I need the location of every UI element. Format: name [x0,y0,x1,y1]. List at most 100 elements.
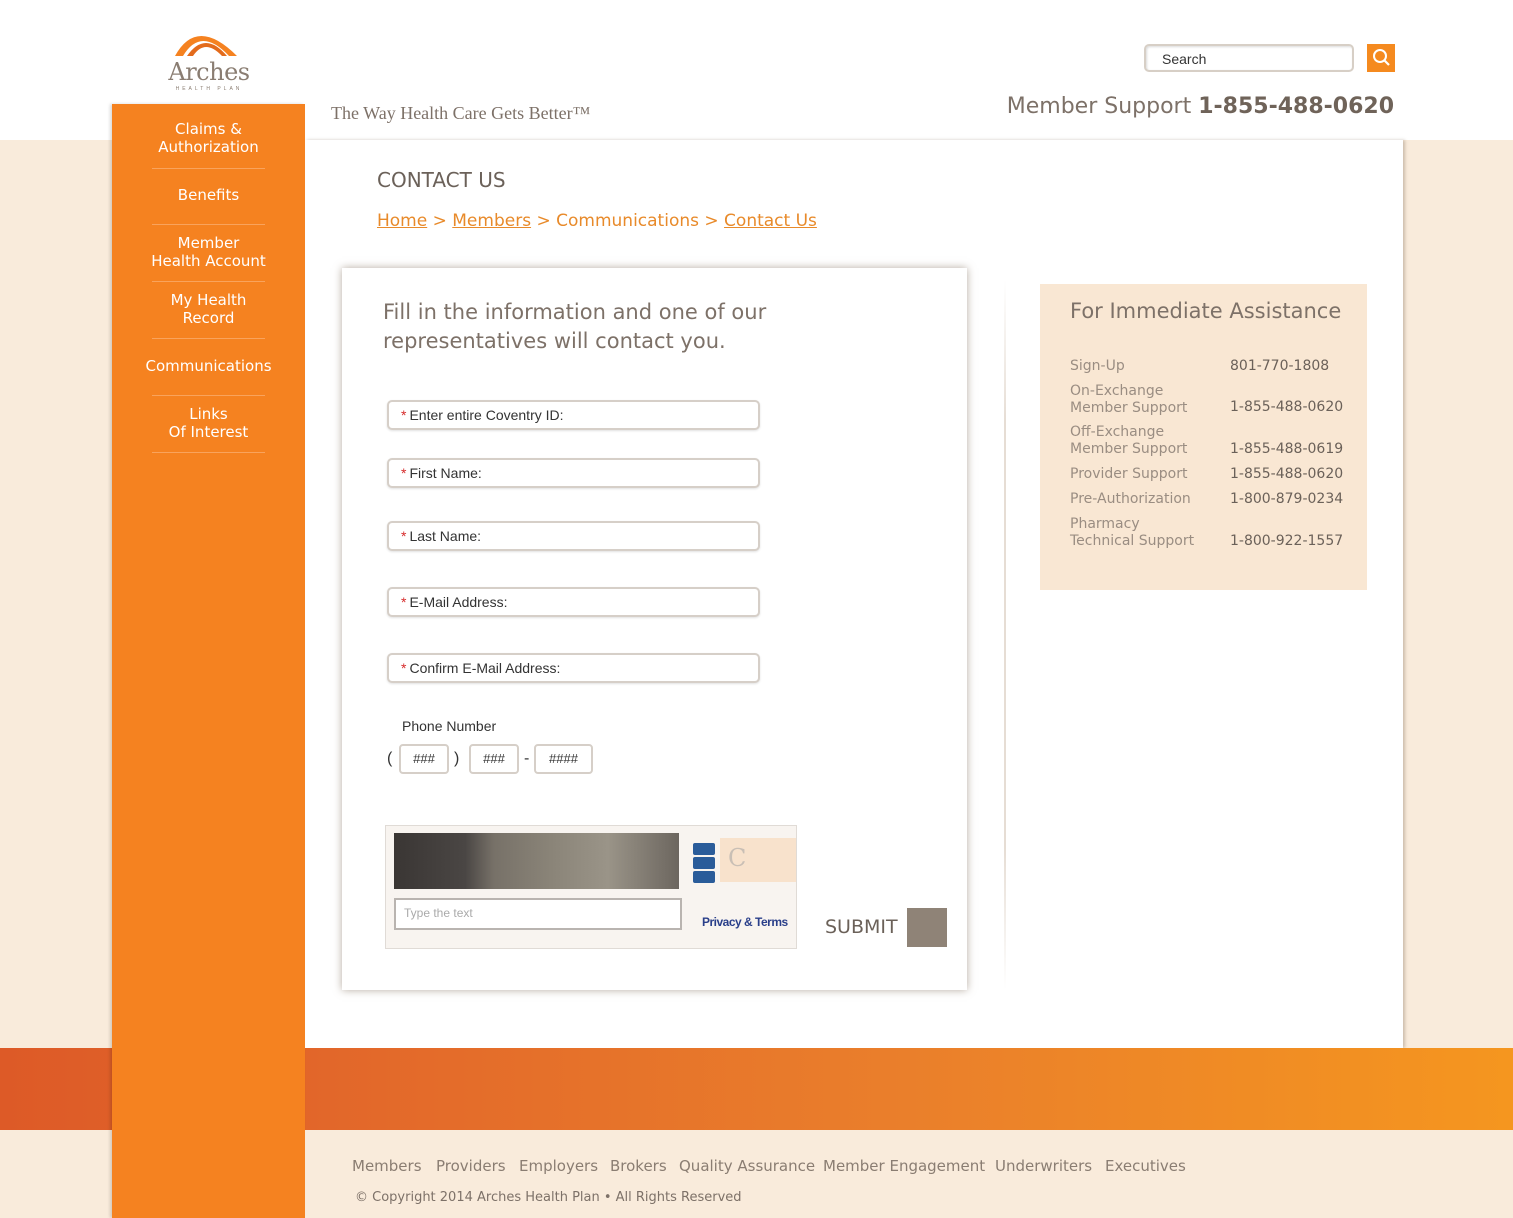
email-field[interactable]: * E-Mail Address: [387,587,762,617]
member-support-label: Member Support [1006,94,1192,119]
sidebar-divider [152,395,265,396]
sidebar-item-benefits[interactable]: Benefits [112,186,305,204]
copyright: © Copyright 2014 Arches Health Plan • Al… [355,1190,742,1205]
assistance-row-label: Sign-Up [1070,358,1125,375]
sidebar-divider [152,168,265,169]
label-line: On-Exchange [1070,383,1164,399]
footer-link-members[interactable]: Members [352,1157,422,1175]
footer-link-underwriters[interactable]: Underwriters [995,1157,1092,1175]
captcha-privacy-link[interactable]: Privacy & Terms [702,915,788,929]
sidebar-item-label: My Health [170,291,247,309]
breadcrumb-home-link[interactable]: Home [377,211,427,231]
sidebar-item-my-health-record[interactable]: My Health Record [112,291,305,327]
search-input[interactable] [1160,46,1344,72]
phone-area-code-input[interactable]: ### [399,744,449,774]
sidebar-item-member-health-account[interactable]: Member Health Account [112,234,305,270]
sidebar-item-label: Links [189,405,228,423]
footer-link-quality-assurance[interactable]: Quality Assurance [679,1157,815,1175]
footer-link-executives[interactable]: Executives [1105,1157,1186,1175]
recaptcha-logo-icon: C [728,844,747,872]
captcha-controls [693,843,715,883]
sidebar-divider [152,224,265,225]
footer-link-brokers[interactable]: Brokers [610,1157,667,1175]
assistance-row-number[interactable]: 1-855-488-0620 [1230,466,1343,482]
captcha-input[interactable]: Type the text [394,898,682,930]
assistance-row-number[interactable]: 1-855-488-0620 [1230,399,1343,415]
assistance-row-label: Pre-Authorization [1070,491,1191,508]
footer-link-providers[interactable]: Providers [436,1157,506,1175]
captcha-image [394,833,679,889]
submit-label[interactable]: SUBMIT [825,916,898,938]
search-button[interactable] [1367,44,1395,72]
phone-open-paren: ( [387,750,393,767]
breadcrumb-separator: > [427,211,453,231]
assistance-row-label: Pharmacy Technical Support [1070,516,1194,550]
sidebar-item-label: Of Interest [168,423,249,441]
sidebar-item-label: Record [182,309,235,327]
footer-link-member-engagement[interactable]: Member Engagement [823,1157,985,1175]
coventry-id-field[interactable]: * Enter entire Coventry ID: [387,400,762,430]
label-line: Technical Support [1070,533,1195,549]
breadcrumb-separator: > [698,211,725,231]
label-line: Sign-Up [1070,358,1125,374]
assistance-row-label: On-Exchange Member Support [1070,383,1187,417]
first-name-input[interactable] [389,460,762,488]
sidebar-divider [152,281,265,282]
label-line: Member Support [1070,441,1188,457]
breadcrumb-communications: Communications [556,211,699,231]
assistance-row-label: Off-Exchange Member Support [1070,424,1187,458]
captcha-refresh-icon[interactable] [693,843,715,855]
label-line: Pre-Authorization [1070,491,1191,507]
brand-name: Arches [168,58,250,86]
captcha-audio-icon[interactable] [693,857,715,869]
confirm-email-input[interactable] [389,655,762,683]
sidebar-item-label: Benefits [177,186,240,204]
search-field[interactable] [1144,44,1354,72]
assistance-row-number[interactable]: 801-770-1808 [1230,358,1329,374]
submit-button[interactable] [907,908,947,947]
sidebar-item-label: Claims & [175,120,242,138]
search-icon [1373,49,1390,66]
phone-number-label: Phone Number [402,718,497,734]
sidebar-divider [152,452,265,453]
phone-dash: - [524,750,530,767]
phone-prefix-input[interactable]: ### [469,744,519,774]
breadcrumb-contact-link[interactable]: Contact Us [724,211,817,231]
sidebar-item-communications[interactable]: Communications [112,357,305,375]
last-name-input[interactable] [389,523,762,551]
form-intro: Fill in the information and one of our r… [383,300,767,353]
sidebar-item-label: Member [177,234,240,252]
assistance-row-label: Provider Support [1070,466,1187,483]
assistance-row-number[interactable]: 1-855-488-0619 [1230,441,1343,457]
sidebar-nav: Claims & Authorization Benefits Member H… [112,104,305,1218]
label-line: Provider Support [1070,466,1188,482]
assistance-row-number[interactable]: 1-800-922-1557 [1230,533,1343,549]
label-line: Pharmacy [1070,516,1140,532]
tagline: The Way Health Care Gets Better™ [331,103,591,123]
label-line: Off-Exchange [1070,424,1165,440]
sidebar-divider [152,338,265,339]
confirm-email-field[interactable]: * Confirm E-Mail Address: [387,653,762,683]
sidebar-item-label: Communications [145,357,272,375]
page-title: CONTACT US [377,168,506,192]
assistance-row-number[interactable]: 1-800-879-0234 [1230,491,1343,507]
coventry-id-input[interactable] [389,402,762,430]
sidebar-item-links[interactable]: Links Of Interest [112,405,305,441]
phone-close-paren: ) [454,750,460,767]
email-input[interactable] [389,589,762,617]
sidebar-item-claims[interactable]: Claims & Authorization [112,120,305,156]
breadcrumb-separator: > [531,211,557,231]
breadcrumb: Home > Members > Communications > Contac… [377,211,817,231]
assistance-title: For Immediate Assistance [1070,299,1342,323]
phone-line-input[interactable]: #### [534,744,593,774]
breadcrumb-members-link[interactable]: Members [452,211,531,231]
sidebar-item-label: Health Account [151,252,266,270]
last-name-field[interactable]: * Last Name: [387,521,762,551]
footer-link-employers[interactable]: Employers [519,1157,598,1175]
member-support-line: Member Support 1-855-488-0620 [1007,94,1394,119]
sidebar-item-label: Authorization [158,138,259,156]
first-name-field[interactable]: * First Name: [387,458,762,488]
member-support-number[interactable]: 1-855-488-0620 [1198,94,1394,119]
captcha-help-icon[interactable] [693,871,715,883]
column-divider [1004,280,1006,990]
